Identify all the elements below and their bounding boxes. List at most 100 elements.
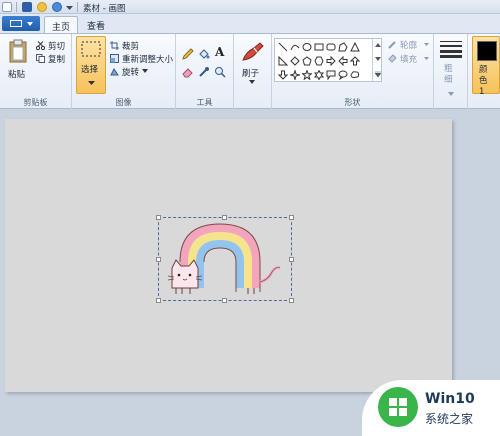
- select-icon: [81, 41, 101, 57]
- resize-handle-top-left[interactable]: [156, 215, 161, 220]
- resize-handle-top[interactable]: [222, 215, 227, 220]
- title-bar: 素材 - 画图: [0, 0, 500, 14]
- left-arrow-shape-icon[interactable]: [338, 56, 348, 66]
- right-arrow-shape-icon[interactable]: [326, 56, 336, 66]
- crop-button[interactable]: 裁剪: [122, 40, 139, 52]
- eraser-icon[interactable]: [182, 66, 194, 78]
- chevron-down-icon: [249, 80, 255, 84]
- curve-shape-icon[interactable]: [290, 42, 300, 52]
- line-shape-icon[interactable]: [278, 42, 288, 52]
- image-group-label: 图像: [115, 98, 132, 107]
- windows-icon: [389, 398, 407, 416]
- rounded-rectangle-shape-icon[interactable]: [326, 42, 336, 52]
- copy-button[interactable]: 复制: [48, 53, 65, 65]
- tools-group: A 工具: [176, 34, 234, 110]
- chevron-down-icon: [448, 92, 454, 96]
- save-icon[interactable]: [22, 2, 32, 12]
- fill-icon: [388, 54, 397, 63]
- up-arrow-shape-icon[interactable]: [350, 56, 360, 66]
- redo-icon[interactable]: [52, 2, 62, 12]
- outline-button[interactable]: 轮廓: [400, 39, 417, 51]
- color1-button[interactable]: 颜色 1: [472, 36, 500, 97]
- shapes-gallery: [274, 38, 382, 82]
- undo-icon[interactable]: [37, 2, 47, 12]
- separator: [77, 2, 78, 12]
- resize-handle-bottom[interactable]: [222, 298, 227, 303]
- pencil-icon[interactable]: [182, 48, 194, 60]
- chevron-down-icon: [27, 22, 33, 26]
- clipboard-group: 粘贴 剪切 复制 剪贴板: [0, 34, 72, 110]
- color-picker-icon[interactable]: [198, 66, 210, 78]
- tab-home[interactable]: 主页: [44, 16, 79, 33]
- win10-logo: [378, 387, 418, 427]
- down-arrow-shape-icon[interactable]: [278, 70, 288, 80]
- paste-button[interactable]: 粘贴: [8, 68, 25, 80]
- file-menu-icon: [10, 20, 22, 27]
- resize-handle-bottom-left[interactable]: [156, 298, 161, 303]
- text-icon[interactable]: A: [215, 45, 224, 59]
- brushes-group: 刷子: [234, 34, 272, 110]
- scissors-icon: [36, 41, 45, 50]
- customize-dropdown-icon[interactable]: [66, 4, 73, 11]
- chevron-down-icon: [142, 69, 148, 73]
- ribbon: 粘贴 剪切 复制 剪贴板 选择 裁剪 重新调整大小 旋转 图像 A 工具 刷子 …: [0, 33, 500, 110]
- size-button[interactable]: 粗细: [444, 64, 456, 86]
- fill-button[interactable]: 填充: [400, 53, 417, 65]
- resize-handle-right[interactable]: [289, 257, 294, 262]
- select-button[interactable]: 选择: [76, 36, 106, 94]
- paint-app-icon[interactable]: [2, 2, 12, 12]
- scroll-up-icon[interactable]: [375, 43, 381, 47]
- resize-button[interactable]: 重新调整大小: [122, 53, 173, 65]
- rectangular-callout-shape-icon[interactable]: [326, 70, 336, 80]
- size-group: 粗细: [434, 34, 468, 110]
- shapes-group-label: 形状: [344, 98, 361, 107]
- resize-handle-top-right[interactable]: [289, 215, 294, 220]
- tools-group-label: 工具: [196, 98, 213, 107]
- select-label: 选择: [81, 65, 99, 75]
- resize-handle-bottom-right[interactable]: [289, 298, 294, 303]
- oval-callout-shape-icon[interactable]: [338, 70, 348, 80]
- separator: [16, 2, 17, 12]
- scroll-down-icon[interactable]: [375, 57, 381, 61]
- size-icon[interactable]: [440, 40, 462, 58]
- oval-shape-icon[interactable]: [302, 42, 312, 52]
- copy-icon: [36, 54, 45, 63]
- rotate-button[interactable]: 旋转: [122, 66, 139, 78]
- image-group: 选择 裁剪 重新调整大小 旋转 图像: [72, 34, 176, 110]
- rotate-icon: [110, 68, 119, 76]
- six-point-star-shape-icon[interactable]: [314, 70, 324, 80]
- paste-icon[interactable]: [8, 38, 28, 64]
- gallery-expand-icon[interactable]: [375, 71, 381, 77]
- right-triangle-shape-icon[interactable]: [278, 56, 288, 66]
- window-title: 素材 - 画图: [83, 4, 126, 14]
- crop-icon: [110, 41, 119, 50]
- magnifier-icon[interactable]: [214, 66, 226, 78]
- hexagon-shape-icon[interactable]: [314, 56, 324, 66]
- rainbow-cat-image: [168, 223, 281, 294]
- resize-icon: [110, 54, 119, 63]
- diamond-shape-icon[interactable]: [290, 56, 300, 66]
- color1-label: 颜色 1: [479, 65, 488, 97]
- four-point-star-shape-icon[interactable]: [290, 70, 300, 80]
- file-menu-button[interactable]: [2, 16, 40, 31]
- ribbon-tab-row: 主页 查看: [0, 14, 500, 33]
- brush-icon[interactable]: [240, 40, 266, 64]
- fill-bucket-icon[interactable]: [198, 48, 210, 60]
- brushes-button[interactable]: 刷子: [242, 67, 259, 79]
- pentagon-shape-icon[interactable]: [302, 56, 312, 66]
- chevron-down-icon: [424, 57, 429, 60]
- clipboard-group-label: 剪贴板: [23, 98, 48, 107]
- watermark-brand: Win10: [425, 391, 475, 407]
- tab-view[interactable]: 查看: [80, 16, 112, 33]
- chevron-down-icon: [424, 43, 429, 46]
- polygon-shape-icon[interactable]: [338, 42, 348, 52]
- resize-handle-left[interactable]: [156, 257, 161, 262]
- outline-icon: [388, 41, 396, 49]
- color1-swatch: [477, 41, 497, 61]
- five-point-star-shape-icon[interactable]: [302, 70, 312, 80]
- shapes-scrollbar[interactable]: [372, 39, 382, 81]
- cloud-callout-shape-icon[interactable]: [350, 70, 360, 80]
- rectangle-shape-icon[interactable]: [314, 42, 324, 52]
- triangle-shape-icon[interactable]: [350, 42, 360, 52]
- cut-button[interactable]: 剪切: [48, 40, 65, 52]
